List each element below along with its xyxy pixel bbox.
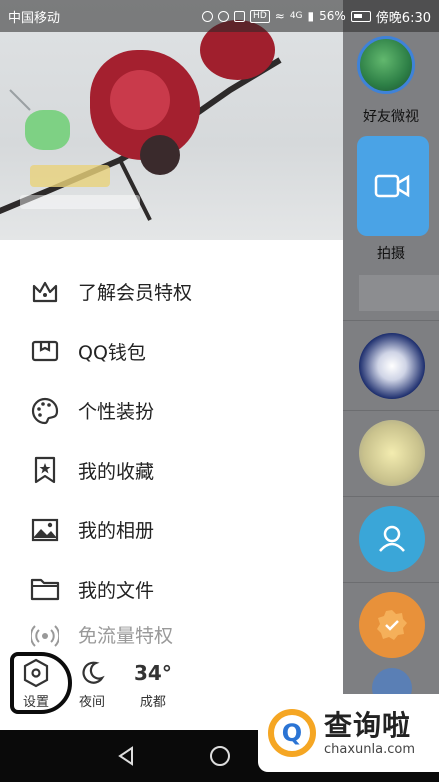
folder-icon <box>30 574 60 604</box>
wifi-icon: ≈ <box>274 9 285 23</box>
site-watermark: Q 查询啦 chaxunla.com <box>258 694 439 772</box>
shoot-label: 拍摄 <box>377 246 405 262</box>
menu-item-label: QQ钱包 <box>78 341 146 364</box>
mute-icon <box>234 10 246 22</box>
profile-cover[interactable] <box>0 0 343 240</box>
user-nickname[interactable] <box>30 165 110 187</box>
headphones-icon <box>202 10 214 22</box>
photo-icon <box>30 515 60 545</box>
weather-widget[interactable]: 34° 成都 <box>134 658 172 710</box>
side-drawer: 了解会员特权 QQ钱包 个性装扮 我的收藏 我的相册 我的文件 免流量特权 设置… <box>0 0 343 730</box>
location-icon <box>218 10 230 22</box>
badge-check-icon <box>377 610 407 640</box>
contacts-button[interactable] <box>359 506 425 572</box>
watermark-title: 查询啦 <box>324 708 412 742</box>
watermark-url: chaxunla.com <box>324 741 415 757</box>
network-type: 4G <box>289 11 303 21</box>
menu-item-album[interactable]: 我的相册 <box>0 500 343 560</box>
menu-item-label: 我的收藏 <box>78 460 155 483</box>
broadcast-icon <box>30 621 60 649</box>
menu-item-vip[interactable]: 了解会员特权 <box>0 262 343 322</box>
weather-city: 成都 <box>139 695 166 710</box>
menu-item-label: 了解会员特权 <box>78 282 193 305</box>
menu-item-label: 个性装扮 <box>78 401 155 424</box>
battery-icon <box>350 10 371 22</box>
menu-item-free-data[interactable]: 免流量特权 <box>0 619 343 649</box>
crown-icon <box>30 277 60 307</box>
night-mode-button[interactable]: 夜间 <box>78 658 106 710</box>
menu-item-wallet[interactable]: QQ钱包 <box>0 322 343 382</box>
video-camera-icon <box>374 174 410 198</box>
menu-item-label: 免流量特权 <box>78 625 174 647</box>
menu-item-favorites[interactable]: 我的收藏 <box>0 441 343 501</box>
badge-button[interactable] <box>359 592 425 658</box>
clock: 傍晚6:30 <box>375 10 431 26</box>
status-icons: HD ≈ 4G ▮ 56% 傍晚6:30 <box>202 7 431 26</box>
back-icon[interactable] <box>116 745 138 767</box>
home-icon[interactable] <box>209 745 231 767</box>
search-bar[interactable] <box>359 275 439 311</box>
person-icon <box>379 525 405 552</box>
signal-icon: ▮ <box>307 9 315 23</box>
friends-video-label[interactable]: 好友微视 <box>343 106 439 126</box>
menu-item-theme[interactable]: 个性装扮 <box>0 381 343 441</box>
watermark-logo: Q <box>268 709 316 757</box>
night-label: 夜间 <box>78 695 105 710</box>
shoot-button[interactable] <box>357 136 429 236</box>
battery-percent: 56% <box>319 9 346 23</box>
right-panel: 好友微视 拍摄 <box>343 0 439 730</box>
moon-icon <box>82 661 105 684</box>
contact-avatar[interactable] <box>359 420 425 486</box>
menu-item-label: 我的文件 <box>78 579 155 602</box>
carrier-label: 中国移动 <box>8 10 61 26</box>
menu-item-label: 我的相册 <box>78 520 155 543</box>
weather-temperature: 34° <box>134 661 172 685</box>
group-avatar[interactable] <box>359 333 425 399</box>
drawer-menu: 了解会员特权 QQ钱包 个性装扮 我的收藏 我的相册 我的文件 免流量特权 <box>0 262 343 649</box>
hd-badge: HD <box>250 9 270 23</box>
highlight-annotation <box>10 652 72 714</box>
bookmark-star-icon <box>30 455 60 485</box>
status-bar: 中国移动 HD ≈ 4G ▮ 56% 傍晚6:30 <box>0 0 439 32</box>
menu-item-files[interactable]: 我的文件 <box>0 560 343 620</box>
user-signature <box>20 195 140 209</box>
wallet-icon <box>30 336 60 366</box>
user-avatar[interactable] <box>25 110 70 150</box>
palette-icon <box>30 396 60 426</box>
friend-avatar[interactable] <box>357 36 415 94</box>
